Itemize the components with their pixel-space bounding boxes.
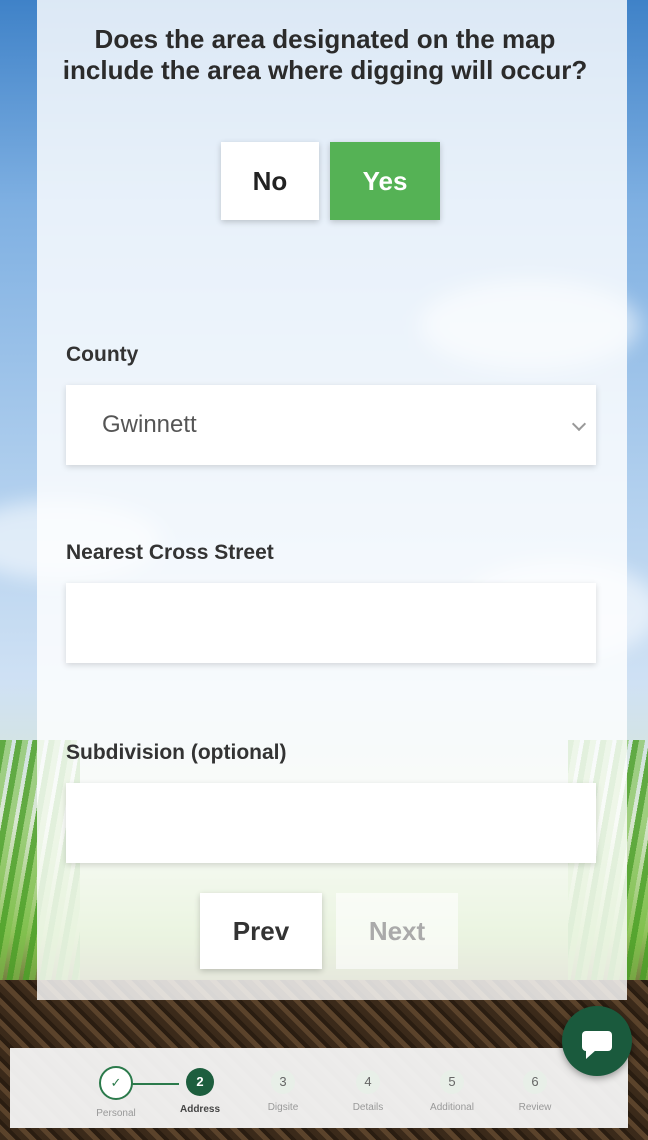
step-name: Address bbox=[179, 1104, 220, 1115]
chat-button[interactable] bbox=[562, 1006, 632, 1076]
step-digsite[interactable]: 3 Digsite bbox=[243, 1070, 323, 1113]
step-details[interactable]: 4 Details bbox=[328, 1070, 408, 1113]
step-additional[interactable]: 5 Additional bbox=[412, 1070, 492, 1113]
prev-button[interactable]: Prev bbox=[200, 893, 322, 969]
cross-street-label: Nearest Cross Street bbox=[66, 541, 274, 564]
step-name: Personal bbox=[96, 1108, 136, 1119]
no-button[interactable]: No bbox=[221, 142, 319, 220]
step-name: Digsite bbox=[267, 1102, 299, 1113]
yes-button[interactable]: Yes bbox=[330, 142, 440, 220]
chat-bubble-icon bbox=[582, 1031, 612, 1059]
cross-street-input[interactable] bbox=[66, 583, 596, 663]
next-button[interactable]: Next bbox=[336, 893, 458, 969]
step-name: Details bbox=[352, 1102, 384, 1113]
county-label: County bbox=[66, 343, 139, 366]
subdivision-input[interactable] bbox=[66, 783, 596, 863]
county-value: Gwinnett bbox=[102, 411, 197, 438]
step-name: Review bbox=[518, 1102, 552, 1113]
question-text: Does the area designated on the map incl… bbox=[62, 24, 588, 85]
chevron-down-icon bbox=[571, 416, 587, 432]
subdivision-label: Subdivision (optional) bbox=[66, 741, 287, 764]
step-review[interactable]: 6 Review bbox=[495, 1070, 575, 1113]
step-address[interactable]: 2 Address bbox=[160, 1068, 240, 1115]
step-name: Additional bbox=[430, 1102, 474, 1113]
check-icon: ✓ bbox=[99, 1066, 133, 1100]
step-personal[interactable]: ✓ Personal bbox=[76, 1066, 156, 1119]
step-number: 4 bbox=[356, 1070, 380, 1094]
step-number: 2 bbox=[186, 1068, 214, 1096]
step-number: 5 bbox=[440, 1070, 464, 1094]
county-select[interactable]: Gwinnett bbox=[66, 385, 596, 465]
step-number: 3 bbox=[271, 1070, 295, 1094]
step-number: 6 bbox=[523, 1070, 547, 1094]
